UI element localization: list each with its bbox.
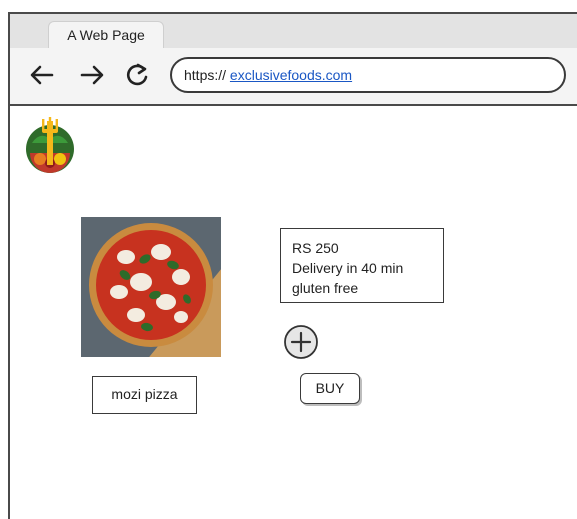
forward-arrow-icon[interactable] xyxy=(78,61,106,89)
buy-button[interactable]: BUY xyxy=(300,373,360,404)
url-scheme: https:// xyxy=(184,67,227,83)
diet-text: gluten free xyxy=(292,280,359,296)
delivery-text: Delivery in 40 min xyxy=(292,260,404,276)
product-info-box: RS 250 Delivery in 40 min gluten free xyxy=(280,228,444,303)
address-bar[interactable]: https:// exclusivefoods.com xyxy=(170,57,566,93)
browser-toolbar: https:// exclusivefoods.com xyxy=(10,48,577,106)
product-name-label: mozi pizza xyxy=(92,376,197,414)
pizza-image xyxy=(81,217,231,367)
back-arrow-icon[interactable] xyxy=(28,61,56,89)
price-text: RS 250 xyxy=(292,240,339,256)
tab-strip: A Web Page xyxy=(10,14,577,49)
food-logo xyxy=(22,113,78,175)
reload-icon[interactable] xyxy=(123,61,151,89)
plus-circle-icon[interactable] xyxy=(283,324,319,360)
browser-tab[interactable]: A Web Page xyxy=(48,21,164,49)
url-domain-link[interactable]: exclusivefoods.com xyxy=(230,67,352,83)
